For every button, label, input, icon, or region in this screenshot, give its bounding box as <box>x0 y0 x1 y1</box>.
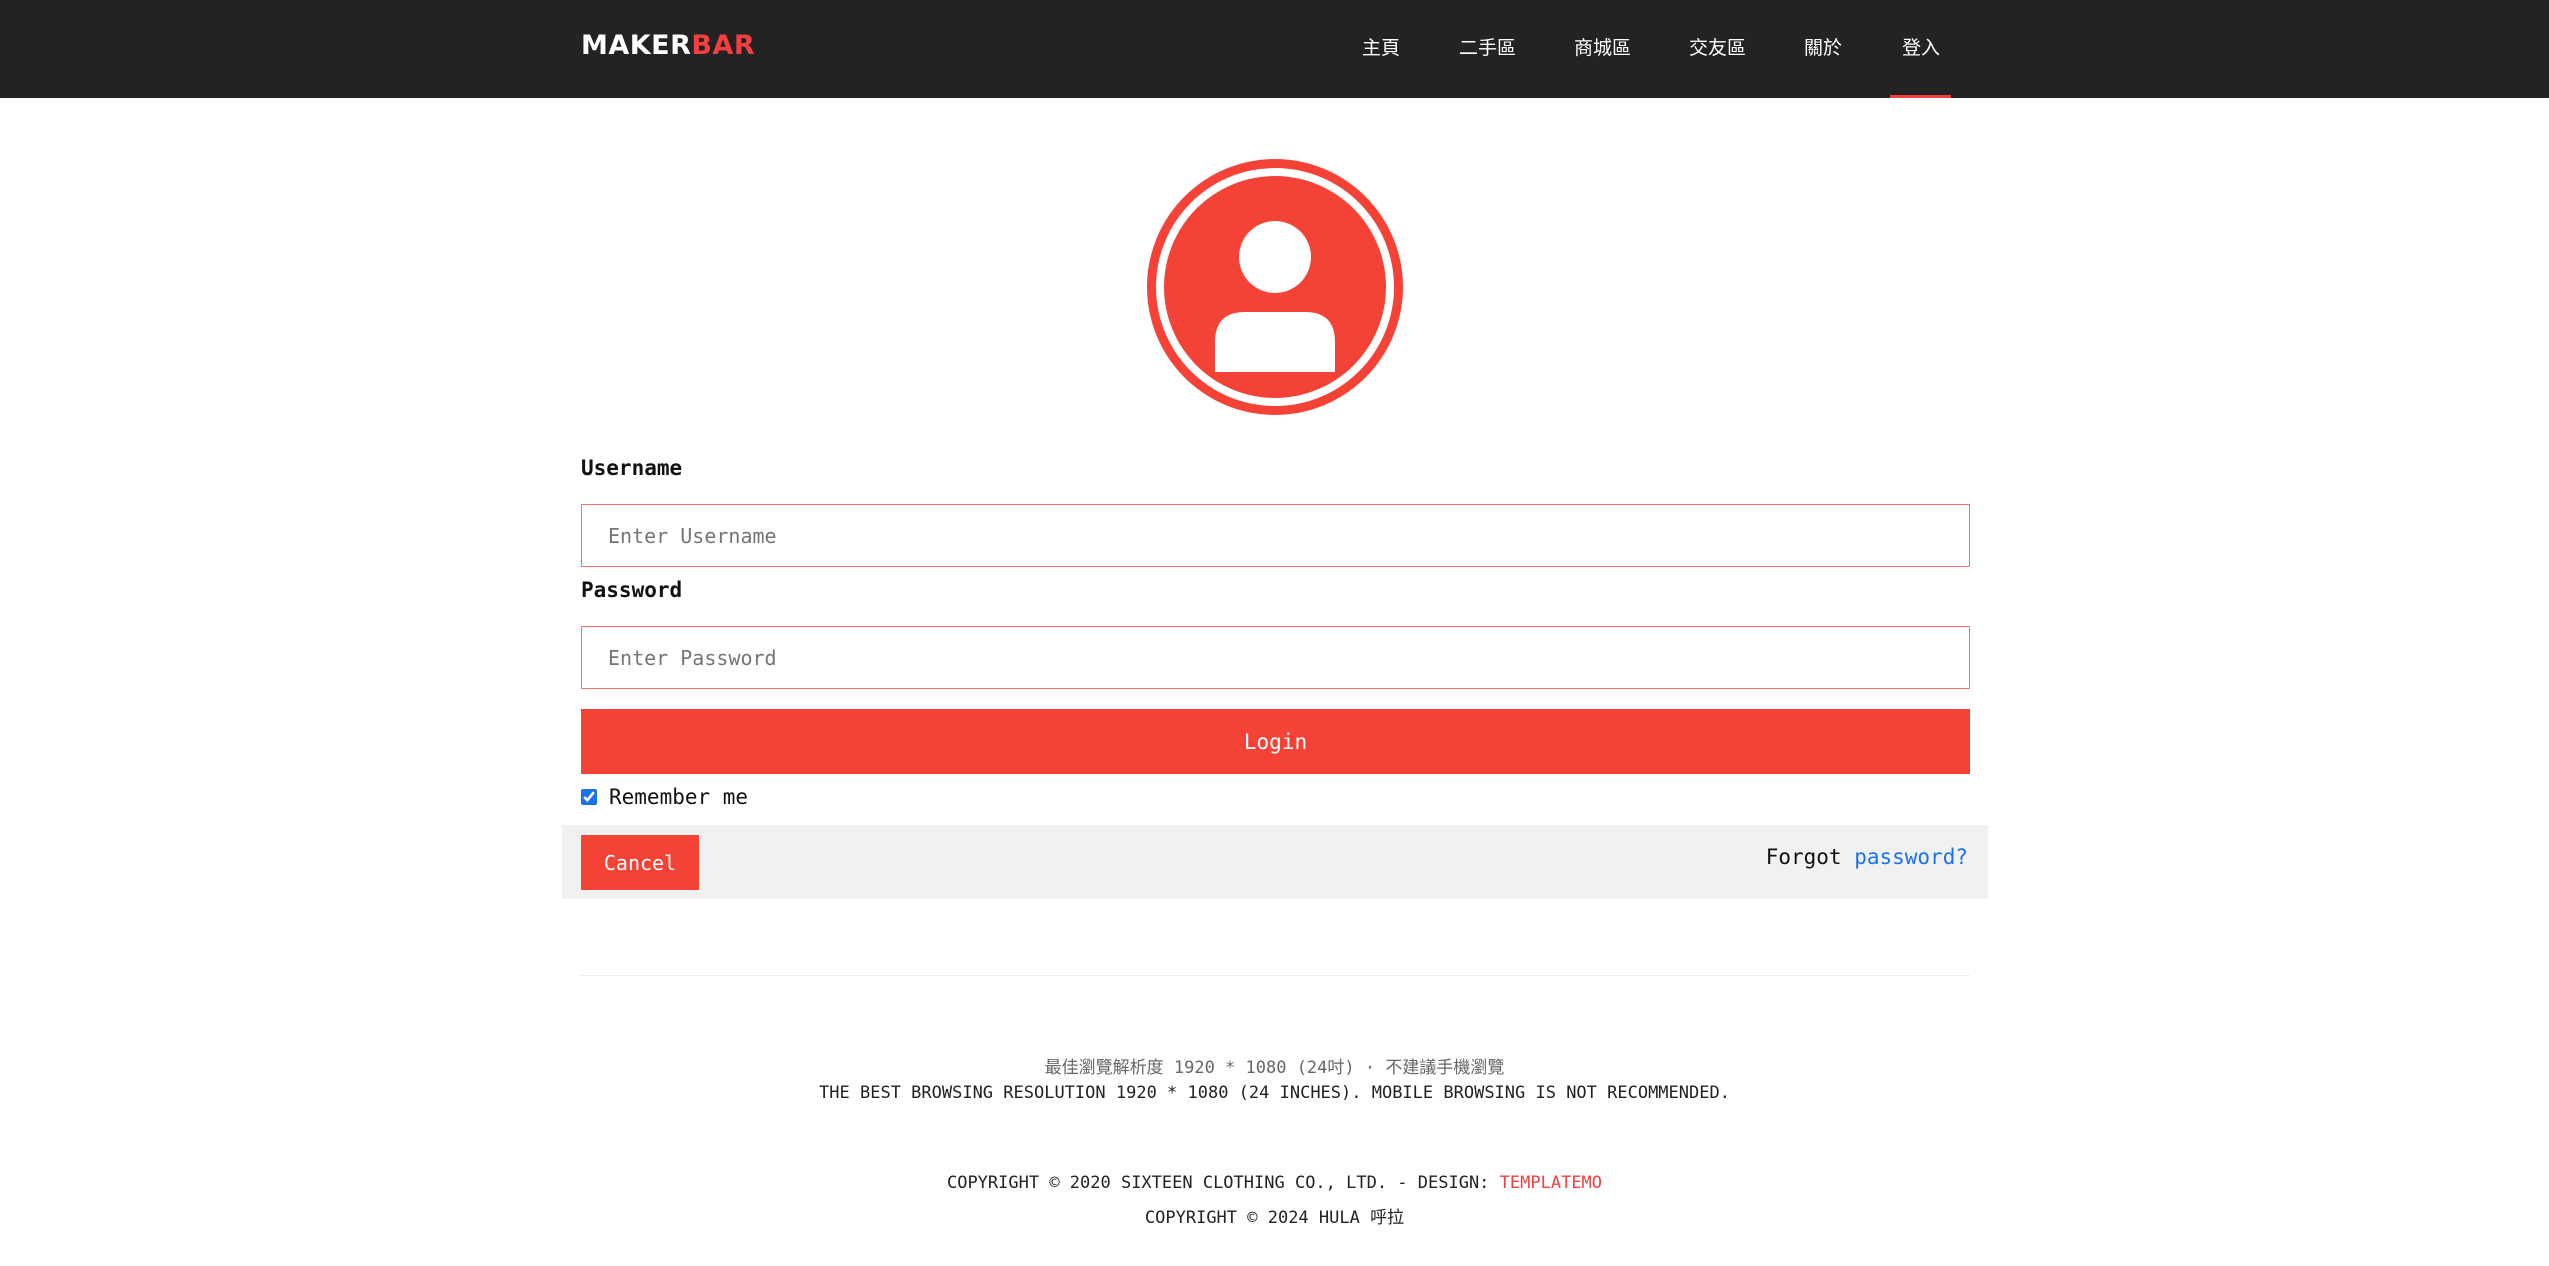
top-navbar: MAKERBAR 主頁 二手區 商城區 交友區 關於 登入 <box>0 0 2549 98</box>
remember-me-checkbox[interactable] <box>581 789 597 805</box>
footer-divider <box>581 975 1970 976</box>
templatemo-link[interactable]: TEMPLATEMO <box>1500 1173 1602 1193</box>
copyright-1-text: COPYRIGHT © 2020 SIXTEEN CLOTHING CO., L… <box>946 1173 1490 1193</box>
brand-part-1: MAKER <box>581 30 692 61</box>
brand-logo[interactable]: MAKERBAR <box>581 30 755 61</box>
brand-part-2: BAR <box>691 30 756 61</box>
username-label: Username <box>581 456 683 480</box>
login-button[interactable]: Login <box>581 709 1970 774</box>
user-avatar-icon <box>1145 157 1405 417</box>
user-circle-icon <box>1147 159 1403 415</box>
forgot-text: Forgot <box>1765 845 1842 869</box>
remember-me-row: Remember me <box>581 785 748 809</box>
footer-copyright-1: COPYRIGHT © 2020 SIXTEEN CLOTHING CO., L… <box>0 1173 2549 1193</box>
nav-item-login[interactable]: 登入 <box>1902 33 1940 60</box>
username-input[interactable] <box>581 504 1970 567</box>
nav-item-about[interactable]: 關於 <box>1804 33 1842 60</box>
nav-item-secondhand[interactable]: 二手區 <box>1459 33 1516 60</box>
forgot-password: Forgot password? <box>1766 845 1968 869</box>
active-nav-indicator <box>1890 95 1951 98</box>
nav-item-mall[interactable]: 商城區 <box>1574 33 1631 60</box>
password-label: Password <box>581 578 683 602</box>
nav-item-home[interactable]: 主頁 <box>1362 33 1400 60</box>
footer-copyright-2: COPYRIGHT © 2024 HULA 呼拉 <box>1144 1208 1405 1228</box>
cancel-button[interactable]: Cancel <box>581 835 699 890</box>
footer-resolution-en: THE BEST BROWSING RESOLUTION 1920 * 1080… <box>819 1083 1730 1103</box>
nav-item-social[interactable]: 交友區 <box>1689 33 1746 60</box>
password-input[interactable] <box>581 626 1970 689</box>
forgot-password-link[interactable]: password? <box>1854 845 1968 869</box>
footer-resolution-cn: 最佳瀏覽解析度 1920 * 1080 (24吋) · 不建議手機瀏覽 <box>1044 1058 1505 1078</box>
remember-me-label: Remember me <box>609 785 749 809</box>
form-actions-bar: Cancel Forgot password? <box>562 825 1988 899</box>
